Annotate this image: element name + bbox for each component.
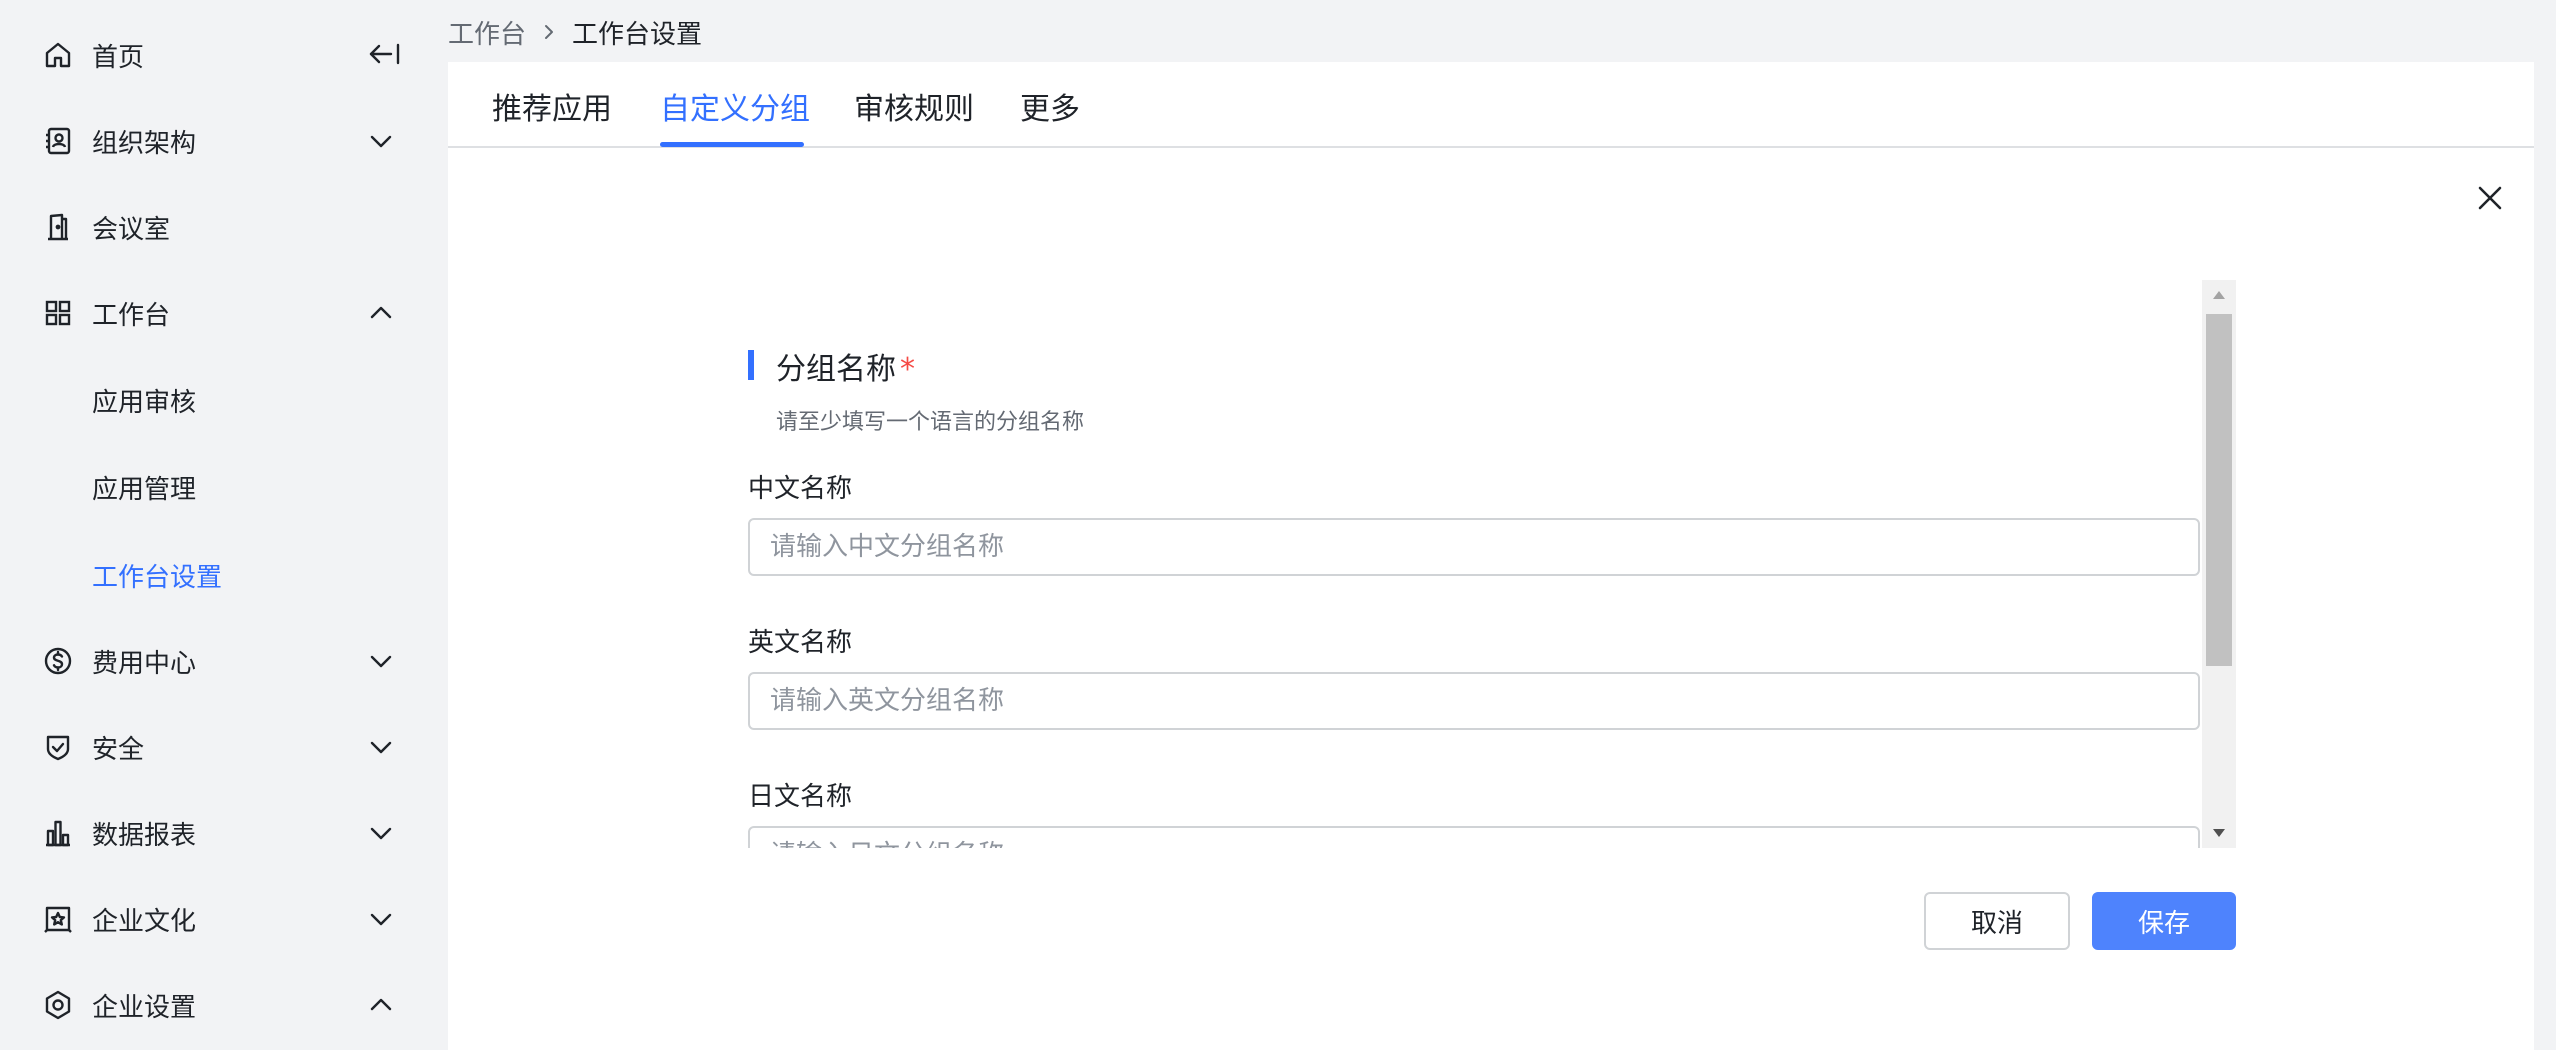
sidebar-item-label: 工作台设置 — [92, 562, 223, 593]
chevron-down-icon — [366, 126, 396, 156]
section-hint: 请至少填写一个语言的分组名称 — [776, 410, 1085, 435]
chevron-down-icon — [366, 904, 396, 934]
sidebar-item-label: 应用管理 — [92, 474, 197, 505]
sidebar-item-home[interactable]: 首页 — [0, 20, 448, 90]
grid-icon — [42, 297, 74, 329]
section-title-text: 分组名称 — [776, 352, 896, 387]
close-button[interactable] — [2468, 176, 2512, 220]
scroll-down-arrow[interactable] — [2202, 818, 2236, 848]
home-icon — [42, 39, 74, 71]
sidebar-item-label: 首页 — [92, 42, 145, 73]
sidebar-item-culture[interactable]: 企业文化 — [0, 884, 448, 954]
main-panel: 推荐应用 自定义分组 审核规则 更多 分组名称 * 请至少填写一个语言的分组名称 … — [448, 62, 2534, 1050]
breadcrumb-parent-link[interactable]: 工作台 — [448, 14, 526, 51]
chevron-down-icon — [366, 818, 396, 848]
sidebar-item-workbench[interactable]: 工作台 — [0, 278, 448, 348]
bar-chart-icon — [42, 817, 74, 849]
japanese-name-input[interactable] — [748, 826, 2200, 848]
cancel-button[interactable]: 取消 — [1924, 892, 2070, 950]
sidebar-item-label: 费用中心 — [92, 648, 197, 679]
breadcrumb-current: 工作台设置 — [572, 19, 703, 50]
breadcrumb: 工作台 工作台设置 — [448, 12, 702, 52]
active-tab-indicator — [660, 142, 804, 147]
chevron-up-icon — [366, 298, 396, 328]
section-title: 分组名称 * — [776, 344, 915, 388]
app-window: 首页 组织架构 会议室 工作台 应用审核 应用管理 工作台设置 费用中心 安全 … — [0, 0, 2556, 1050]
english-name-label: 英文名称 — [748, 628, 853, 658]
sidebar-item-label: 企业文化 — [92, 906, 197, 937]
sidebar-subitem-workbench-settings[interactable]: 工作台设置 — [0, 540, 448, 610]
chevron-up-icon — [366, 990, 396, 1020]
shield-check-icon — [42, 731, 74, 763]
sidebar-item-reports[interactable]: 数据报表 — [0, 798, 448, 868]
star-frame-icon — [42, 903, 74, 935]
sidebar-item-label: 企业设置 — [92, 992, 197, 1023]
sidebar-item-security[interactable]: 安全 — [0, 712, 448, 782]
sidebar-item-label: 会议室 — [92, 214, 171, 245]
sidebar: 首页 组织架构 会议室 工作台 应用审核 应用管理 工作台设置 费用中心 安全 … — [0, 0, 448, 1050]
section-accent-bar — [748, 350, 754, 380]
hexagon-settings-icon — [42, 989, 74, 1021]
sidebar-item-billing[interactable]: 费用中心 — [0, 626, 448, 696]
tab-bar: 推荐应用 自定义分组 审核规则 更多 — [448, 62, 2534, 148]
sidebar-item-meeting-room[interactable]: 会议室 — [0, 192, 448, 262]
scroll-thumb[interactable] — [2206, 314, 2232, 666]
sidebar-item-label: 组织架构 — [92, 128, 197, 159]
sidebar-item-enterprise-settings[interactable]: 企业设置 — [0, 970, 448, 1040]
form-scrollbar[interactable] — [2202, 280, 2236, 848]
group-name-form: 分组名称* 请至少填写一个语言的分组名称 中文名称 英文名称 日文名称 — [748, 280, 2236, 848]
triangle-down-icon — [2213, 829, 2225, 837]
sidebar-subitem-app-management[interactable]: 应用管理 — [0, 452, 448, 522]
close-icon — [2478, 186, 2502, 210]
tab-more[interactable]: 更多 — [1020, 84, 1080, 128]
door-icon — [42, 211, 74, 243]
dollar-circle-icon — [42, 645, 74, 677]
tab-recommended-apps[interactable]: 推荐应用 — [492, 84, 612, 128]
contacts-book-icon — [42, 125, 74, 157]
sidebar-item-label: 安全 — [92, 734, 145, 765]
sidebar-subitem-app-review[interactable]: 应用审核 — [0, 365, 448, 435]
chevron-down-icon — [366, 646, 396, 676]
scroll-up-arrow[interactable] — [2202, 280, 2236, 310]
chevron-right-icon — [540, 23, 558, 41]
save-button[interactable]: 保存 — [2092, 892, 2236, 950]
english-name-input[interactable] — [748, 672, 2200, 730]
sidebar-item-label: 应用审核 — [92, 387, 197, 418]
chinese-name-input[interactable] — [748, 518, 2200, 576]
chevron-down-icon — [366, 732, 396, 762]
tab-review-rules[interactable]: 审核规则 — [854, 84, 974, 128]
sidebar-item-organization[interactable]: 组织架构 — [0, 106, 448, 176]
chinese-name-label: 中文名称 — [748, 474, 853, 504]
sidebar-item-label: 工作台 — [92, 300, 171, 331]
required-mark: * — [900, 352, 915, 387]
sidebar-item-label: 数据报表 — [92, 820, 197, 851]
japanese-name-label: 日文名称 — [748, 782, 853, 812]
triangle-up-icon — [2213, 291, 2225, 299]
tab-custom-groups[interactable]: 自定义分组 — [660, 84, 810, 128]
